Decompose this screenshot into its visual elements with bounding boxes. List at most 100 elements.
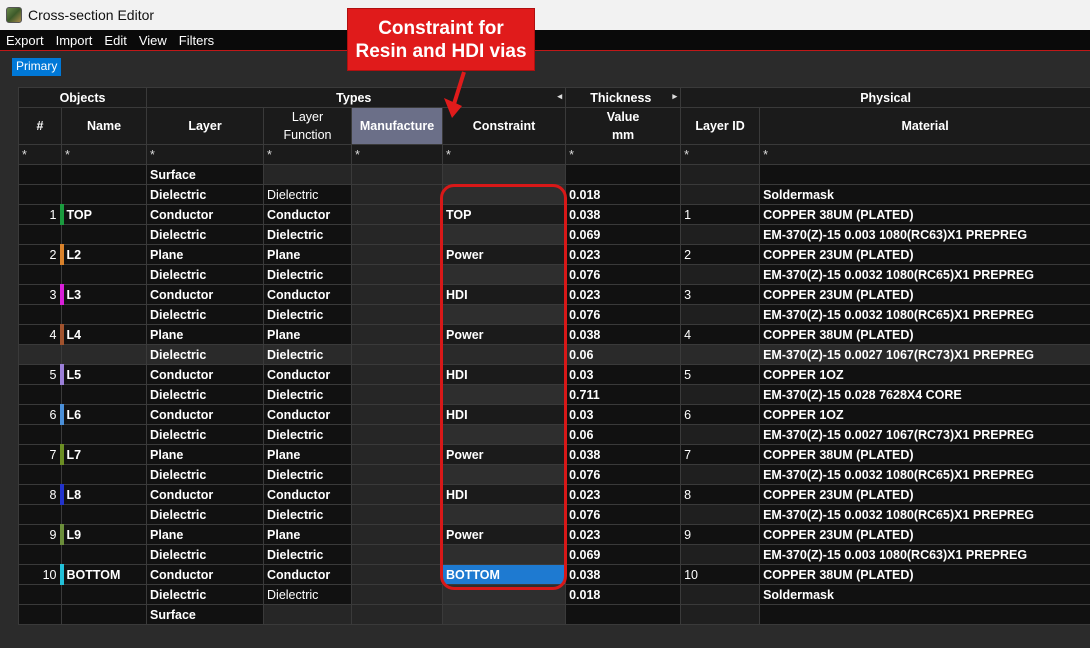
cell-manufacture[interactable] xyxy=(351,164,444,185)
cell-constraint[interactable]: HDI xyxy=(442,284,567,305)
cell-layer-id[interactable]: 10 xyxy=(680,564,761,585)
cell-layer-function[interactable]: Plane xyxy=(263,444,353,465)
cell-layer-function[interactable]: Dielectric xyxy=(263,424,353,445)
cell-layer-function[interactable]: Dielectric xyxy=(263,544,353,565)
cell-manufacture[interactable] xyxy=(351,204,444,225)
cell-constraint[interactable] xyxy=(442,544,567,565)
cell-layer[interactable]: Dielectric xyxy=(146,544,265,565)
cell-material[interactable]: EM-370(Z)-15 0.0032 1080(RC65)X1 PREPREG xyxy=(759,464,1090,485)
cell-name[interactable] xyxy=(60,224,148,245)
cell-name[interactable]: L7 xyxy=(59,444,148,465)
cell-material[interactable]: EM-370(Z)-15 0.028 7628X4 CORE xyxy=(759,384,1090,405)
cell-material[interactable]: COPPER 38UM (PLATED) xyxy=(759,204,1090,225)
col-layer-function[interactable]: Layer Function xyxy=(263,107,353,145)
cell-material[interactable]: Soldermask xyxy=(759,184,1090,205)
cell-layer[interactable]: Conductor xyxy=(146,484,265,505)
cell-layer-function[interactable]: Conductor xyxy=(263,564,353,585)
cell-layer-id[interactable] xyxy=(680,384,761,405)
cell-thickness[interactable]: 0.038 xyxy=(565,564,682,585)
cell-num[interactable] xyxy=(18,584,62,605)
cell-material[interactable]: COPPER 23UM (PLATED) xyxy=(759,284,1090,305)
table-row[interactable]: 3 L3 Conductor Conductor HDI 0.023 3 COPPER 23U… xyxy=(18,284,1090,305)
cell-manufacture[interactable] xyxy=(351,264,444,285)
cell-material[interactable]: EM-370(Z)-15 0.003 1080(RC63)X1 PREPREG xyxy=(759,544,1090,565)
cell-constraint[interactable] xyxy=(442,424,567,445)
cell-layer-function[interactable]: Dielectric xyxy=(263,584,353,605)
table-row[interactable]: 8 L8 Conductor Conductor HDI 0.023 8 COPPER 23U… xyxy=(18,484,1090,505)
cell-layer-function[interactable]: Dielectric xyxy=(263,464,353,485)
cell-num[interactable] xyxy=(18,544,62,565)
cell-num[interactable]: 8 xyxy=(18,484,62,505)
cell-material[interactable]: EM-370(Z)-15 0.0032 1080(RC65)X1 PREPREG xyxy=(759,504,1090,525)
cell-manufacture[interactable] xyxy=(351,484,444,505)
cell-name[interactable]: L5 xyxy=(59,364,148,385)
cell-num[interactable]: 3 xyxy=(18,284,62,305)
cell-constraint[interactable] xyxy=(442,584,567,605)
table-row[interactable]: Dielectric Dielectric 0.711 EM-370(Z)-15 0.… xyxy=(18,384,1090,405)
cell-layer-function[interactable]: Conductor xyxy=(263,364,353,385)
cell-material[interactable]: COPPER 23UM (PLATED) xyxy=(759,244,1090,265)
cell-thickness[interactable]: 0.023 xyxy=(565,484,682,505)
cell-name[interactable] xyxy=(60,184,148,205)
cell-layer-id[interactable]: 6 xyxy=(680,404,761,425)
col-name[interactable]: Name xyxy=(60,107,148,145)
table-row[interactable]: Dielectric Dielectric 0.069 EM-370(Z)-15 0.… xyxy=(18,224,1090,245)
cell-material[interactable]: COPPER 23UM (PLATED) xyxy=(759,484,1090,505)
filter-layer-id[interactable]: * xyxy=(680,144,761,165)
cell-name[interactable] xyxy=(60,604,148,625)
cell-name[interactable]: L3 xyxy=(59,284,148,305)
cell-layer[interactable]: Plane xyxy=(146,244,265,265)
cell-material[interactable]: COPPER 38UM (PLATED) xyxy=(759,444,1090,465)
cell-layer[interactable]: Dielectric xyxy=(146,184,265,205)
cell-constraint[interactable] xyxy=(442,504,567,525)
cell-layer[interactable]: Conductor xyxy=(146,204,265,225)
cell-thickness[interactable]: 0.038 xyxy=(565,204,682,225)
table-row[interactable]: Surface xyxy=(18,604,1090,625)
cell-thickness[interactable]: 0.018 xyxy=(565,584,682,605)
cell-num[interactable] xyxy=(18,264,62,285)
cell-thickness[interactable]: 0.076 xyxy=(565,264,682,285)
cell-layer-id[interactable]: 3 xyxy=(680,284,761,305)
filter-name[interactable]: * xyxy=(60,144,148,165)
cell-layer-function[interactable]: Dielectric xyxy=(263,384,353,405)
filter-manufacture[interactable]: * xyxy=(351,144,444,165)
cell-constraint[interactable]: Power xyxy=(442,444,567,465)
cell-num[interactable]: 2 xyxy=(18,244,62,265)
cell-layer-id[interactable] xyxy=(680,304,761,325)
cell-manufacture[interactable] xyxy=(351,584,444,605)
cell-layer-function[interactable]: Dielectric xyxy=(263,184,353,205)
cell-layer-id[interactable] xyxy=(680,184,761,205)
cell-manufacture[interactable] xyxy=(351,224,444,245)
cell-constraint[interactable] xyxy=(442,184,567,205)
cell-name[interactable]: L2 xyxy=(59,244,148,265)
cell-name[interactable]: L8 xyxy=(59,484,148,505)
table-row[interactable]: 1 TOP Conductor Conductor TOP 0.038 1 COPPER 38… xyxy=(18,204,1090,225)
cell-manufacture[interactable] xyxy=(351,444,444,465)
cell-layer-function[interactable]: Conductor xyxy=(263,204,353,225)
cell-name[interactable] xyxy=(60,424,148,445)
cell-layer-id[interactable] xyxy=(680,504,761,525)
cell-layer[interactable]: Dielectric xyxy=(146,344,265,365)
cell-num[interactable] xyxy=(18,384,62,405)
cell-layer-id[interactable]: 8 xyxy=(680,484,761,505)
table-row[interactable]: 6 L6 Conductor Conductor HDI 0.03 6 COPPER 1OZ xyxy=(18,404,1090,425)
menu-view[interactable]: View xyxy=(133,33,173,48)
cell-manufacture[interactable] xyxy=(351,284,444,305)
table-row[interactable]: 2 L2 Plane Plane Power 0.023 2 COPPER 23UM (PLA… xyxy=(18,244,1090,265)
col-layer-id[interactable]: Layer ID xyxy=(680,107,761,145)
cell-thickness[interactable]: 0.076 xyxy=(565,464,682,485)
cell-num[interactable] xyxy=(18,604,62,625)
cell-layer-function[interactable]: Dielectric xyxy=(263,344,353,365)
cell-layer-id[interactable]: 7 xyxy=(680,444,761,465)
cell-name[interactable] xyxy=(60,544,148,565)
cell-thickness[interactable]: 0.03 xyxy=(565,364,682,385)
filter-constraint[interactable]: * xyxy=(442,144,567,165)
table-row[interactable]: Dielectric Dielectric 0.06 EM-370(Z)-15 0.0… xyxy=(18,424,1090,445)
cell-layer[interactable]: Conductor xyxy=(146,284,265,305)
cell-manufacture[interactable] xyxy=(351,184,444,205)
filter-material[interactable]: * xyxy=(759,144,1090,165)
cell-material[interactable] xyxy=(759,604,1090,625)
cell-constraint[interactable]: Power xyxy=(442,324,567,345)
menu-filters[interactable]: Filters xyxy=(173,33,220,48)
table-row[interactable]: Dielectric Dielectric 0.076 EM-370(Z)-15 0.… xyxy=(18,504,1090,525)
